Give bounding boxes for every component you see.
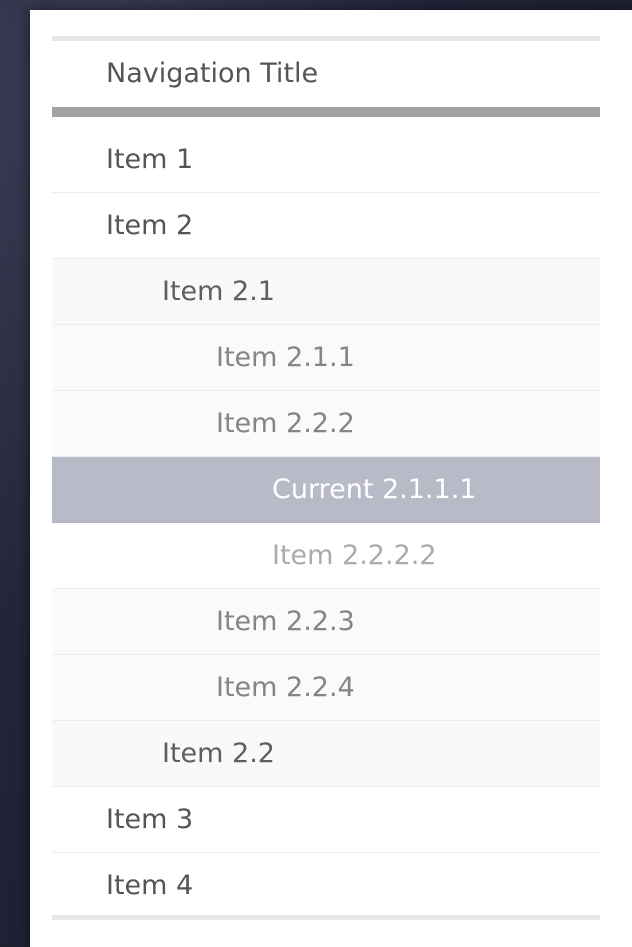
nav-item-2[interactable]: Item 2 xyxy=(52,193,600,259)
nav-title: Navigation Title xyxy=(106,58,319,89)
nav-item-current[interactable]: Current 2.1.1.1 xyxy=(52,457,600,523)
nav-item-1[interactable]: Item 1 xyxy=(52,127,600,193)
nav-item-3[interactable]: Item 3 xyxy=(52,787,600,853)
nav-item-2-1[interactable]: Item 2.1 xyxy=(52,259,600,325)
nav-item-2-2-2[interactable]: Item 2.2.2 xyxy=(52,391,600,457)
navigation-panel: Navigation Title Item 1 Item 2 Item 2.1 … xyxy=(30,10,632,947)
nav-list: Item 1 Item 2 Item 2.1 Item 2.1.1 Item 2… xyxy=(52,127,600,919)
nav-item-4[interactable]: Item 4 xyxy=(52,853,600,919)
nav-item-2-2[interactable]: Item 2.2 xyxy=(52,721,600,787)
nav-item-2-2-2-2[interactable]: Item 2.2.2.2 xyxy=(52,523,600,589)
bottom-divider xyxy=(52,915,600,920)
nav-item-2-2-4[interactable]: Item 2.2.4 xyxy=(52,655,600,721)
nav-item-2-2-3[interactable]: Item 2.2.3 xyxy=(52,589,600,655)
nav-item-2-1-1[interactable]: Item 2.1.1 xyxy=(52,325,600,391)
title-divider xyxy=(52,107,600,117)
top-divider xyxy=(52,36,600,41)
